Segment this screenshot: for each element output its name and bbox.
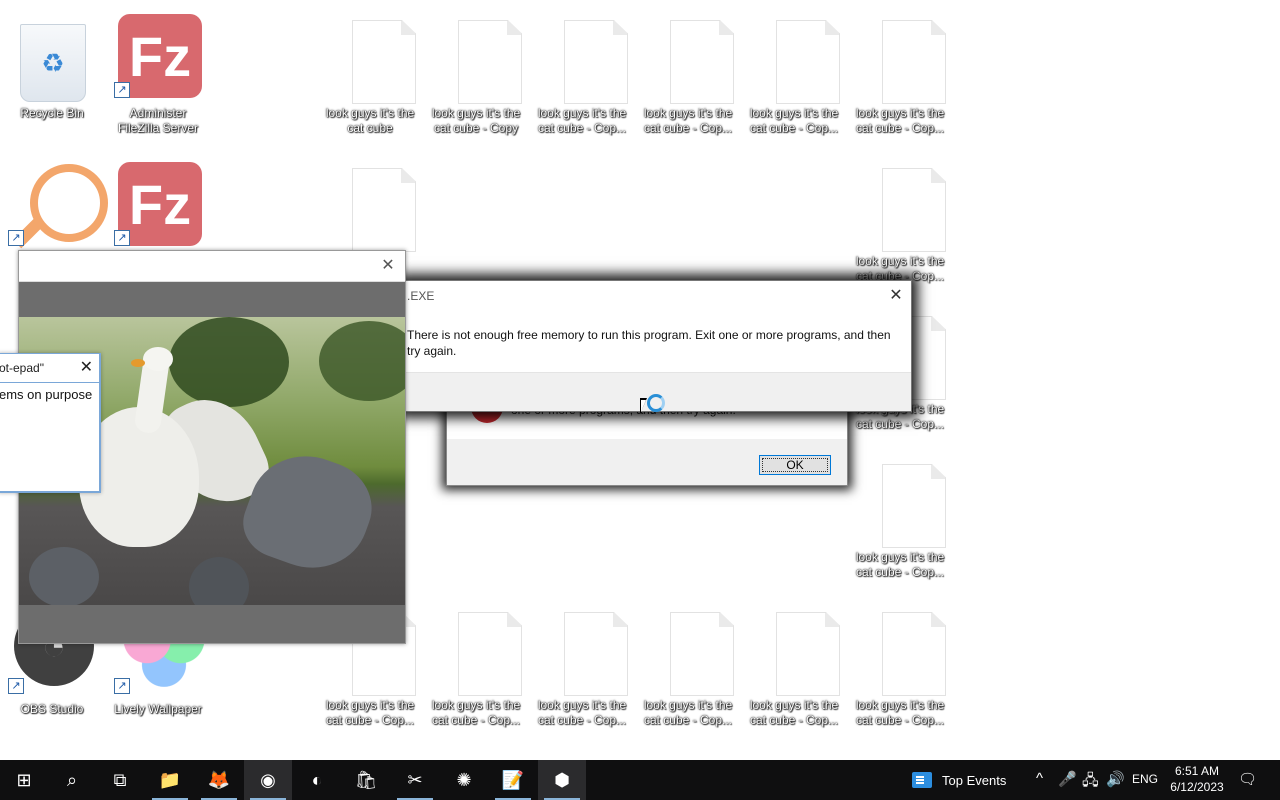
clock[interactable]: 6:51 AM 6/12/2023 xyxy=(1162,763,1232,795)
microphone-icon[interactable]: 🎤 xyxy=(1058,770,1077,788)
desktop-icon-label: look guys it's the cat cube - Cop... xyxy=(855,550,945,579)
desktop-icon-label: look guys it's the cat cube - Cop... xyxy=(855,698,945,727)
desktop-icon-label: OBS Studio xyxy=(20,702,84,716)
busy-spinner-icon xyxy=(647,394,665,412)
desktop-icon-cat-cube[interactable]: look guys it's the cat cube - Copy xyxy=(426,8,526,136)
news-icon xyxy=(912,772,932,788)
notepad-icon[interactable]: 📝 xyxy=(489,760,537,800)
task-view-icon[interactable]: ⧉ xyxy=(96,760,144,800)
edge-icon[interactable]: ◐ xyxy=(293,760,341,800)
close-icon[interactable]: ✕ xyxy=(885,285,907,307)
desktop-icon-label: look guys it's the cat cube - Cop... xyxy=(325,698,415,727)
text-file-icon xyxy=(352,168,416,252)
desktop-icon-label: look guys it's the cat cube - Cop... xyxy=(643,106,733,135)
volume-icon[interactable]: 🔊 xyxy=(1106,770,1125,788)
shortcut-arrow-icon: ↗ xyxy=(114,230,130,246)
desktop-icon-cat-cube[interactable]: look guys it's the cat cube - Cop... xyxy=(744,8,844,136)
recycle-bin-icon: ♻ xyxy=(20,24,86,102)
desktop-icon-cat-cube[interactable]: look guys it's the cat cube - Cop... xyxy=(744,600,844,728)
desktop-icon-label: look guys it's the cat cube - Cop... xyxy=(749,698,839,727)
taskbar: ⊞ ⌕ ⧉ 📁 🦊 ◉ ◐ 🛍 ✂ ✺ 📝 ⬢ Top Events ^ 🎤 🖧… xyxy=(0,760,1280,800)
desktop-icon-cat-cube[interactable]: look guys it's the cat cube - Cop... xyxy=(850,8,950,136)
close-icon[interactable]: ✕ xyxy=(377,255,399,277)
text-file-icon xyxy=(564,612,628,696)
filezilla-icon: Fz xyxy=(118,162,202,246)
desktop-icon-label: look guys it's the cat cube xyxy=(325,106,415,135)
dialog-title: .EXE xyxy=(407,289,435,303)
clock-time: 6:51 AM xyxy=(1174,764,1220,778)
top-events-widget[interactable]: Top Events xyxy=(912,760,1006,800)
mouse-cursor-icon xyxy=(640,398,647,414)
shortcut-arrow-icon: ↗ xyxy=(114,82,130,98)
filezilla-icon: Fz xyxy=(118,14,202,98)
close-icon[interactable]: ✕ xyxy=(80,357,93,377)
desktop-icon-recycle-bin[interactable]: ♻ Recycle Bin xyxy=(2,8,102,121)
desktop-icon-cat-cube[interactable]: look guys it's the cat cube - Cop... xyxy=(426,600,526,728)
firefox-icon[interactable]: 🦊 xyxy=(195,760,243,800)
desktop-icon-cat-cube[interactable]: look guys it's the cat cube - Cop... xyxy=(638,8,738,136)
text-file-icon xyxy=(458,612,522,696)
desktop-icon-cat-cube[interactable] xyxy=(320,156,420,252)
desktop: ♻ Recycle Bin Fz ↗ Administer FileZilla S… xyxy=(0,0,1280,760)
desktop-icon-label: Administer FileZilla Server xyxy=(117,106,198,135)
input-language[interactable]: ENG xyxy=(1132,772,1158,786)
store-icon[interactable]: 🛍 xyxy=(342,760,390,800)
desktop-icon-cat-cube[interactable]: look guys it's the cat cube - Cop... xyxy=(638,600,738,728)
text-file-icon xyxy=(776,20,840,104)
desktop-icon-cat-cube[interactable]: look guys it's the cat cube - Cop... xyxy=(850,452,950,580)
ok-button[interactable]: OK xyxy=(759,455,831,475)
clock-date: 6/12/2023 xyxy=(1170,780,1224,794)
snipping-tool-icon[interactable]: ✂ xyxy=(391,760,439,800)
title-bar[interactable]: ✕ xyxy=(19,251,405,282)
notepad-text[interactable]: ems on purpose xyxy=(0,387,92,402)
text-file-icon xyxy=(776,612,840,696)
desktop-icon-label: Lively Wallpaper xyxy=(114,702,202,716)
desktop-icon-label: look guys it's the cat cube - Cop... xyxy=(855,106,945,135)
desktop-icon-label: Recycle Bin xyxy=(20,106,84,120)
desktop-icon-cat-cube[interactable]: look guys it's the cat cube - Cop... xyxy=(850,156,950,284)
text-file-icon xyxy=(458,20,522,104)
text-file-icon xyxy=(670,612,734,696)
text-file-icon xyxy=(882,168,946,252)
file-explorer-icon[interactable]: 📁 xyxy=(146,760,194,800)
network-icon[interactable]: 🖧 xyxy=(1082,770,1099,795)
text-file-icon xyxy=(882,20,946,104)
color-wheel-icon[interactable]: ✺ xyxy=(440,760,488,800)
desktop-icon-label: look guys it's the cat cube - Copy xyxy=(431,106,521,135)
desktop-icon-label: look guys it's the cat cube - Cop... xyxy=(537,698,627,727)
desktop-icon-filezilla[interactable]: Fz ↗ xyxy=(108,156,208,252)
error-dialog: .EXE ✕ There is not enough free memory t… xyxy=(404,280,912,412)
magnifier-icon xyxy=(30,164,108,242)
top-events-label: Top Events xyxy=(942,772,1007,788)
text-file-icon xyxy=(882,612,946,696)
desktop-icon-label: look guys it's the cat cube - Cop... xyxy=(537,106,627,135)
desktop-icon-filezilla-admin[interactable]: Fz ↗ Administer FileZilla Server xyxy=(108,8,208,136)
dialog-footer: OK xyxy=(447,439,847,485)
show-hidden-icons-chevron-icon[interactable]: ^ xyxy=(1036,770,1043,787)
text-file-icon xyxy=(882,464,946,548)
desktop-icon-label: look guys it's the cat cube - Cop... xyxy=(643,698,733,727)
title-bar[interactable]: ot-epad" ✕ xyxy=(0,354,99,383)
start-button[interactable]: ⊞ xyxy=(0,760,48,800)
desktop-icon-cat-cube[interactable]: look guys it's the cat cube - Cop... xyxy=(532,8,632,136)
desktop-icon-label: look guys it's the cat cube - Cop... xyxy=(431,698,521,727)
text-file-icon xyxy=(670,20,734,104)
chrome-icon[interactable]: ◉ xyxy=(244,760,292,800)
desktop-icon-cat-cube[interactable]: look guys it's the cat cube - Cop... xyxy=(850,600,950,728)
desktop-icon-cat-cube[interactable]: look guys it's the cat cube xyxy=(320,8,420,136)
shortcut-arrow-icon: ↗ xyxy=(8,678,24,694)
window-title: ot-epad" xyxy=(0,361,44,375)
desktop-icon-label: look guys it's the cat cube - Cop... xyxy=(749,106,839,135)
search-icon[interactable]: ⌕ xyxy=(48,760,96,800)
cube-app-icon[interactable]: ⬢ xyxy=(538,760,586,800)
error-message: There is not enough free memory to run t… xyxy=(407,328,891,358)
desktop-icon-cat-cube[interactable]: look guys it's the cat cube - Cop... xyxy=(532,600,632,728)
shortcut-arrow-icon: ↗ xyxy=(8,230,24,246)
text-file-icon xyxy=(564,20,628,104)
text-file-icon xyxy=(352,20,416,104)
notification-center-icon[interactable]: 🗨 xyxy=(1238,770,1257,788)
shortcut-arrow-icon: ↗ xyxy=(114,678,130,694)
desktop-icon-magnifier[interactable]: ↗ xyxy=(2,156,108,252)
notepad-window: ot-epad" ✕ ems on purpose xyxy=(0,353,101,493)
